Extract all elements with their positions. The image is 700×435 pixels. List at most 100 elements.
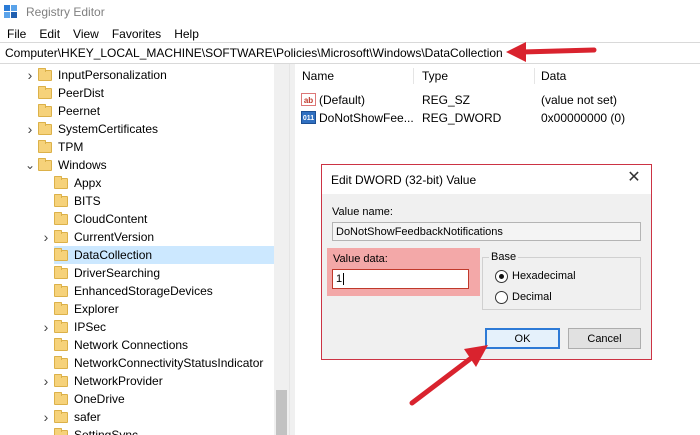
chevron-down-icon[interactable]: ⌄ bbox=[24, 156, 36, 174]
chevron-right-icon[interactable]: › bbox=[24, 120, 36, 138]
tree-item-label: TPM bbox=[58, 140, 84, 154]
folder-icon bbox=[38, 122, 52, 135]
tree-item[interactable]: ⌄ Windows bbox=[0, 156, 274, 174]
tree-item[interactable]: CloudContent bbox=[0, 210, 274, 228]
folder-icon bbox=[54, 212, 68, 225]
expander-placeholder bbox=[40, 174, 52, 192]
folder-icon bbox=[54, 266, 68, 279]
value-row[interactable]: 011 DoNotShowFee... REG_DWORD 0x00000000… bbox=[295, 109, 700, 127]
radio-decimal[interactable] bbox=[495, 291, 508, 304]
value-data-label: Value data: bbox=[333, 253, 388, 265]
expander-placeholder bbox=[40, 192, 52, 210]
column-header-type[interactable]: Type bbox=[422, 69, 448, 83]
value-type: REG_SZ bbox=[422, 93, 471, 107]
value-data-input[interactable]: 1 bbox=[332, 269, 469, 289]
chevron-right-icon[interactable]: › bbox=[24, 66, 36, 84]
tree-item[interactable]: NetworkConnectivityStatusIndicator bbox=[0, 354, 274, 372]
value-row[interactable]: ab (Default) REG_SZ (value not set) bbox=[295, 91, 700, 109]
registry-editor-icon bbox=[4, 5, 18, 19]
folder-icon bbox=[54, 428, 68, 435]
folder-icon bbox=[54, 356, 68, 369]
expander-placeholder bbox=[40, 264, 52, 282]
dialog-title-bar: Edit DWORD (32-bit) Value ✕ bbox=[322, 165, 651, 194]
tree-item-label: NetworkConnectivityStatusIndicator bbox=[74, 356, 264, 370]
folder-icon bbox=[54, 392, 68, 405]
cancel-button[interactable]: Cancel bbox=[568, 328, 641, 349]
radio-hexadecimal[interactable] bbox=[495, 270, 508, 283]
expander-placeholder bbox=[40, 354, 52, 372]
tree-scrollbar[interactable] bbox=[274, 64, 289, 435]
tree-item[interactable]: Appx bbox=[0, 174, 274, 192]
menu-edit[interactable]: Edit bbox=[39, 27, 60, 41]
tree-scrollbar-thumb[interactable] bbox=[276, 390, 287, 435]
tree-item-label: Appx bbox=[74, 176, 102, 190]
tree-item[interactable]: OneDrive bbox=[0, 390, 274, 408]
tree-item-label: CurrentVersion bbox=[74, 230, 155, 244]
address-bar[interactable]: Computer\HKEY_LOCAL_MACHINE\SOFTWARE\Pol… bbox=[0, 42, 700, 64]
value-data: (value not set) bbox=[541, 93, 618, 107]
tree-item[interactable]: › CurrentVersion bbox=[0, 228, 274, 246]
chevron-right-icon[interactable]: › bbox=[40, 372, 52, 390]
radio-hexadecimal-label[interactable]: Hexadecimal bbox=[512, 270, 576, 282]
value-name: (Default) bbox=[319, 93, 366, 107]
folder-icon bbox=[38, 140, 52, 153]
tree-item-label: CloudContent bbox=[74, 212, 148, 226]
tree-item-label: InputPersonalization bbox=[58, 68, 167, 82]
tree-item-label: OneDrive bbox=[74, 392, 125, 406]
tree-item-label: BITS bbox=[74, 194, 101, 208]
tree-item-label: Windows bbox=[58, 158, 107, 172]
tree-item-label: SettingSync bbox=[74, 428, 139, 435]
tree-item-label: Explorer bbox=[74, 302, 119, 316]
tree-item[interactable]: TPM bbox=[0, 138, 274, 156]
tree-item[interactable]: › safer bbox=[0, 408, 274, 426]
chevron-right-icon[interactable]: › bbox=[40, 318, 52, 336]
tree-item[interactable]: PeerDist bbox=[0, 84, 274, 102]
title-bar: Registry Editor bbox=[0, 0, 700, 24]
column-header-data[interactable]: Data bbox=[541, 69, 566, 83]
tree-item-label: IPSec bbox=[74, 320, 107, 334]
address-path: Computer\HKEY_LOCAL_MACHINE\SOFTWARE\Pol… bbox=[5, 46, 503, 60]
value-data-text: 1 bbox=[336, 273, 343, 285]
column-header-name[interactable]: Name bbox=[302, 69, 334, 83]
tree-item[interactable]: DriverSearching bbox=[0, 264, 274, 282]
tree-item[interactable]: BITS bbox=[0, 192, 274, 210]
list-header: Name Type Data bbox=[295, 64, 700, 88]
tree-item[interactable]: › InputPersonalization bbox=[0, 66, 274, 84]
tree-item[interactable]: Explorer bbox=[0, 300, 274, 318]
tree-item[interactable]: EnhancedStorageDevices bbox=[0, 282, 274, 300]
value-type: REG_DWORD bbox=[422, 111, 502, 125]
tree-item[interactable]: SettingSync bbox=[0, 426, 274, 435]
menu-help[interactable]: Help bbox=[174, 27, 199, 41]
tree-item[interactable]: › IPSec bbox=[0, 318, 274, 336]
string-value-icon: ab bbox=[301, 93, 316, 106]
expander-placeholder bbox=[24, 138, 36, 156]
key-tree[interactable]: › InputPersonalization PeerDist Peernet › Sys… bbox=[0, 64, 289, 435]
expander-placeholder bbox=[40, 300, 52, 318]
menu-file[interactable]: File bbox=[7, 27, 26, 41]
chevron-right-icon[interactable]: › bbox=[40, 408, 52, 426]
close-icon[interactable]: ✕ bbox=[627, 170, 641, 186]
ok-button[interactable]: OK bbox=[485, 328, 560, 349]
tree-item[interactable]: DataCollection bbox=[54, 246, 274, 264]
expander-placeholder bbox=[24, 102, 36, 120]
menu-bar: File Edit View Favorites Help bbox=[0, 24, 700, 43]
tree-item[interactable]: › SystemCertificates bbox=[0, 120, 274, 138]
value-name: DoNotShowFee... bbox=[319, 111, 414, 125]
menu-favorites[interactable]: Favorites bbox=[112, 27, 161, 41]
folder-icon bbox=[54, 338, 68, 351]
expander-placeholder bbox=[40, 390, 52, 408]
tree-item[interactable]: Peernet bbox=[0, 102, 274, 120]
folder-icon bbox=[54, 176, 68, 189]
menu-view[interactable]: View bbox=[73, 27, 99, 41]
chevron-right-icon[interactable]: › bbox=[40, 228, 52, 246]
radio-decimal-label[interactable]: Decimal bbox=[512, 291, 552, 303]
expander-placeholder bbox=[40, 210, 52, 228]
edit-dword-dialog: Edit DWORD (32-bit) Value ✕ Value name: … bbox=[321, 164, 652, 360]
dialog-title: Edit DWORD (32-bit) Value bbox=[331, 172, 477, 187]
folder-icon bbox=[38, 104, 52, 117]
tree-item[interactable]: › NetworkProvider bbox=[0, 372, 274, 390]
folder-icon bbox=[54, 284, 68, 297]
tree-item[interactable]: Network Connections bbox=[0, 336, 274, 354]
folder-icon bbox=[54, 230, 68, 243]
folder-icon bbox=[54, 194, 68, 207]
